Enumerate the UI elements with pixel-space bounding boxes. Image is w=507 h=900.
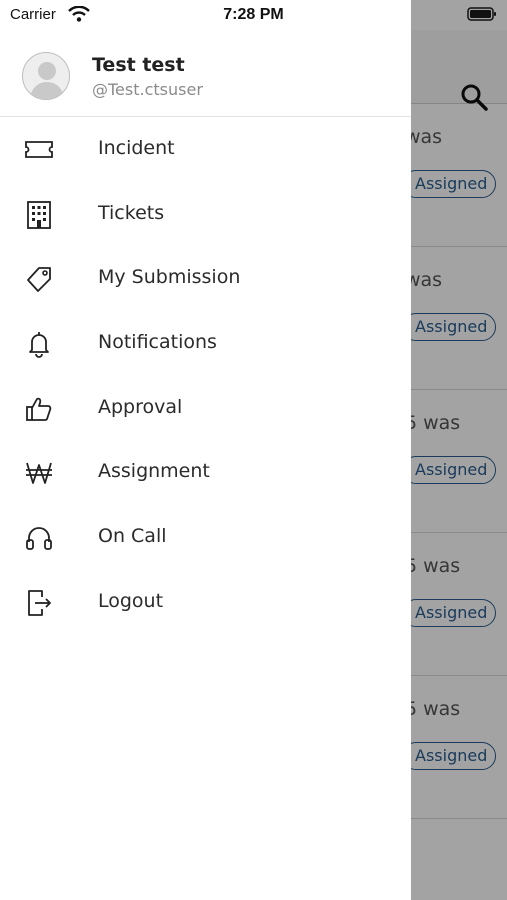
profile-header[interactable]: Test test @Test.ctsuser (0, 30, 411, 117)
status-bar: Carrier 7:28 PM (0, 0, 507, 30)
navigation-drawer: Test test @Test.ctsuser Incident Tickets… (0, 0, 411, 900)
menu-item-label: My Submission (98, 266, 241, 289)
user-name: Test test (92, 54, 185, 76)
menu-item-on-call[interactable]: On Call (0, 505, 411, 570)
building-icon (24, 200, 54, 229)
won-icon (24, 459, 54, 487)
status-time: 7:28 PM (223, 6, 284, 23)
drawer-menu: Incident Tickets My Submission Notificat… (0, 117, 411, 635)
menu-item-my-submission[interactable]: My Submission (0, 246, 411, 311)
tag-icon (24, 265, 54, 293)
battery-icon (467, 7, 496, 21)
menu-item-label: Notifications (98, 331, 217, 354)
menu-item-tickets[interactable]: Tickets (0, 182, 411, 247)
menu-item-label: Approval (98, 395, 183, 418)
menu-item-label: Assignment (98, 460, 210, 483)
menu-item-logout[interactable]: Logout (0, 570, 411, 635)
user-handle: @Test.ctsuser (92, 80, 203, 99)
ticket-icon (24, 136, 54, 164)
menu-item-label: Incident (98, 137, 175, 159)
menu-item-assignment[interactable]: Assignment (0, 440, 411, 505)
menu-item-label: Logout (98, 589, 164, 612)
avatar (22, 52, 70, 100)
headphones-icon (24, 524, 54, 552)
bell-icon (24, 330, 54, 358)
menu-item-label: On Call (98, 525, 167, 548)
menu-item-incident[interactable]: Incident (0, 117, 411, 182)
thumbs-up-icon (24, 395, 54, 423)
menu-item-notifications[interactable]: Notifications (0, 311, 411, 376)
user-silhouette-icon (29, 62, 65, 99)
menu-item-label: Tickets (98, 201, 165, 224)
logout-icon (24, 589, 54, 617)
menu-item-approval[interactable]: Approval (0, 376, 411, 441)
